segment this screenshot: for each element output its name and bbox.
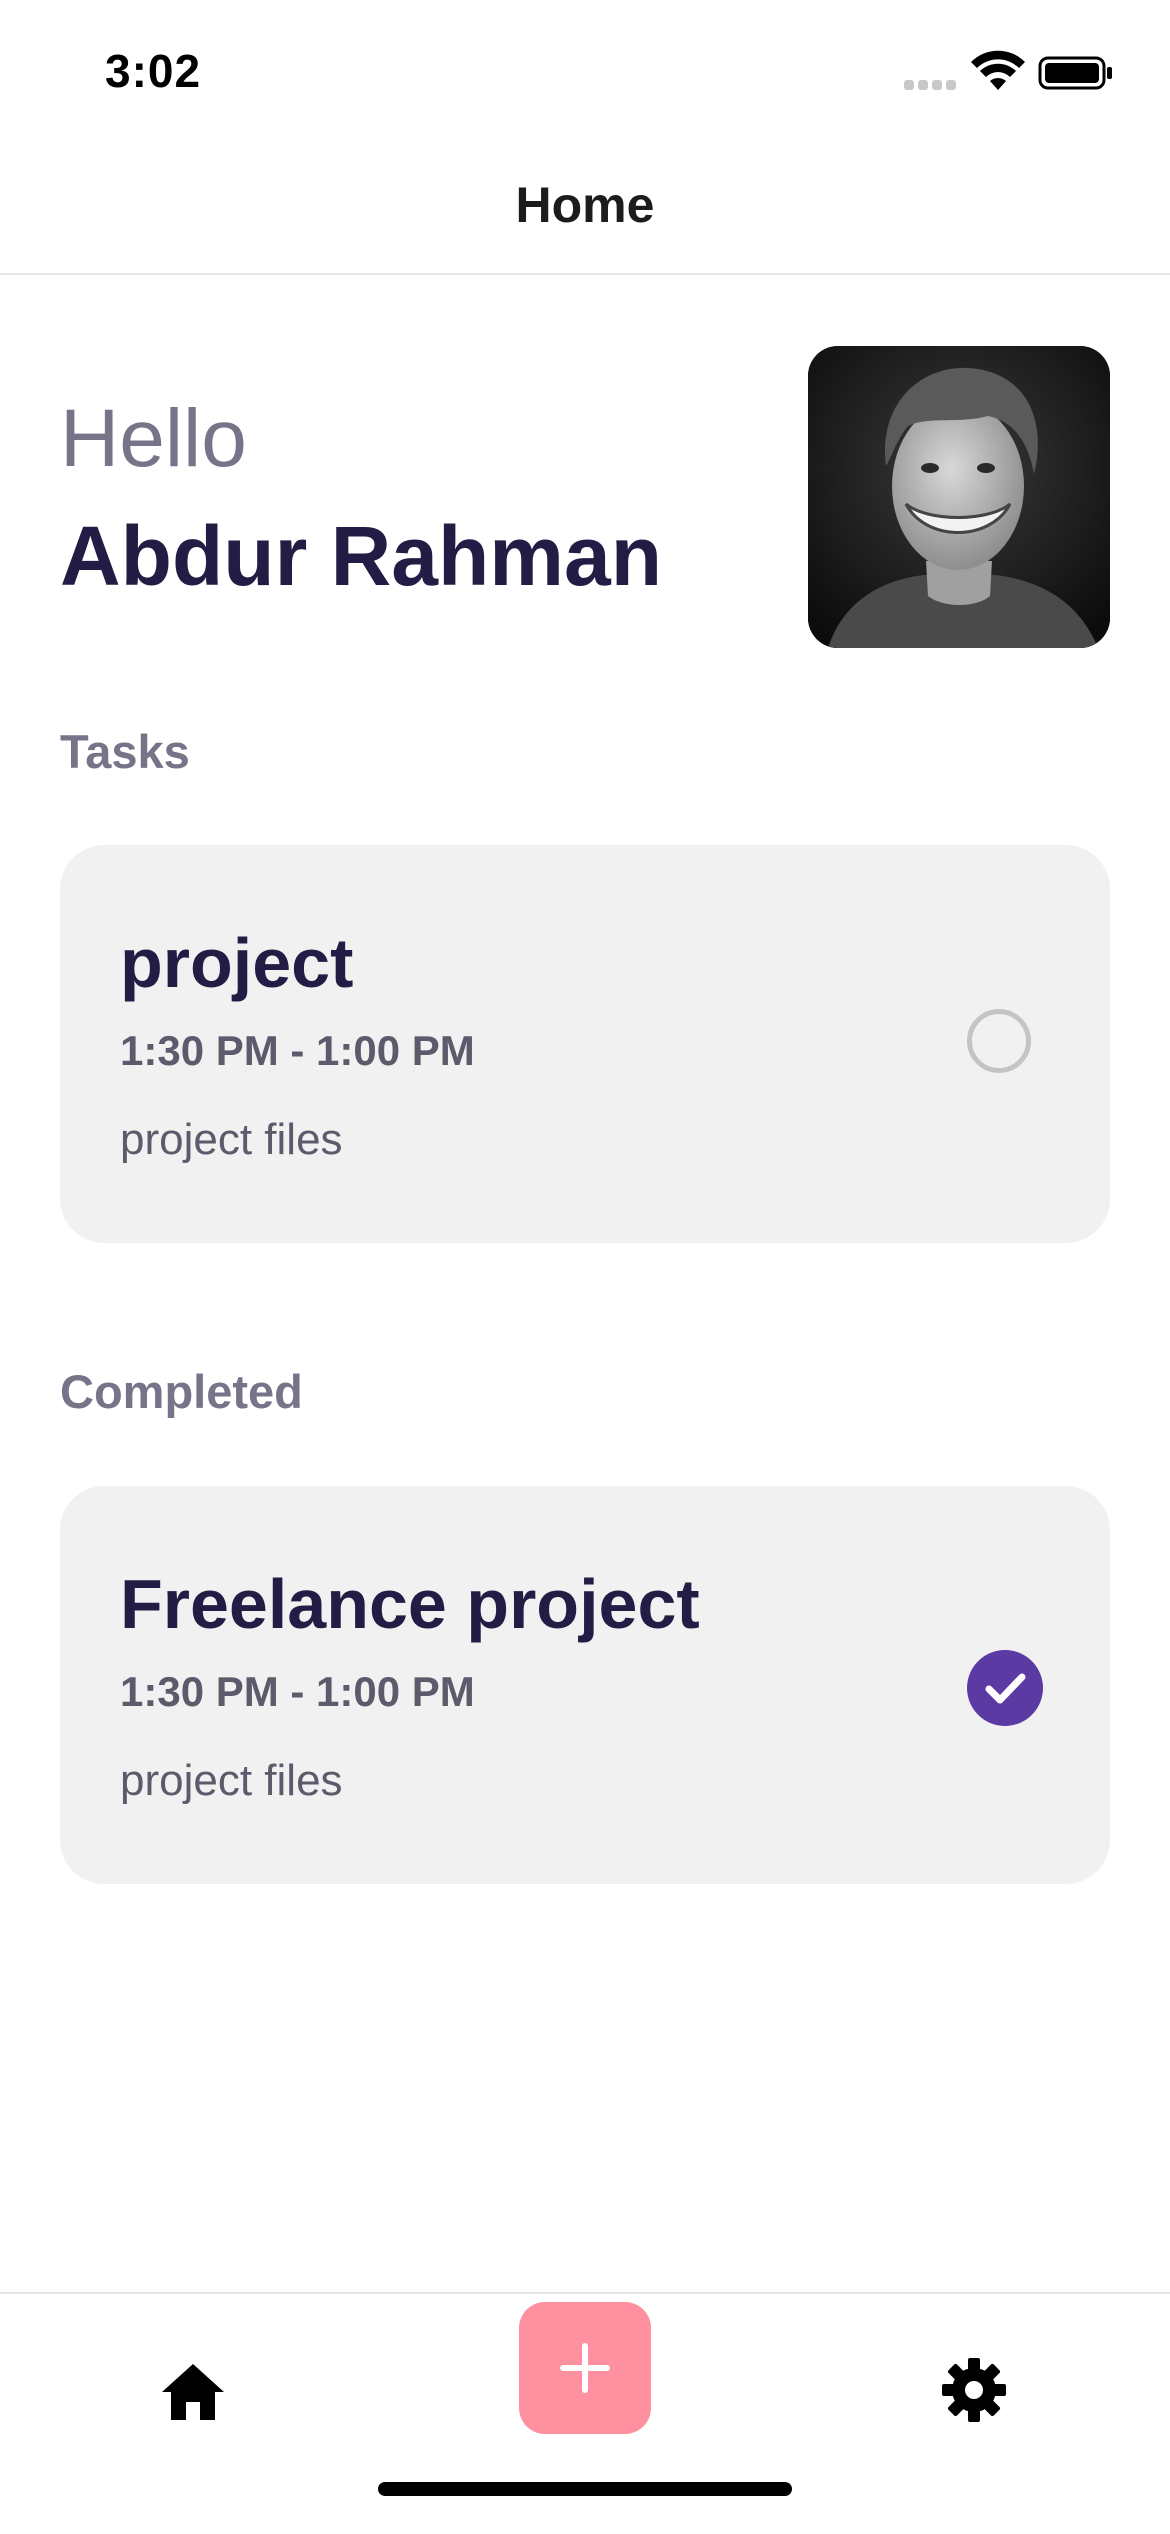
greeting-hello: Hello — [60, 393, 247, 484]
page-title: Home — [515, 177, 655, 233]
avatar-photo — [808, 346, 1110, 648]
task-description: project files — [120, 1756, 343, 1805]
tab-bar — [0, 2292, 1170, 2534]
task-description: project files — [120, 1115, 343, 1164]
home-indicator[interactable] — [378, 2482, 792, 2496]
completed-task-card[interactable]: Freelance project 1:30 PM - 1:00 PM proj… — [60, 1486, 1110, 1884]
task-title: project — [120, 924, 354, 1002]
task-title: Freelance project — [120, 1565, 700, 1643]
cellular-signal-icon — [904, 80, 958, 90]
user-name: Abdur Rahman — [60, 509, 663, 603]
section-label-completed: Completed — [60, 1365, 303, 1418]
battery-icon — [1038, 56, 1112, 90]
checkmark-icon — [985, 1673, 1026, 1704]
status-bar: 3:02 — [0, 0, 1170, 140]
task-checkbox-checked[interactable] — [967, 1650, 1043, 1726]
gear-icon[interactable] — [940, 2356, 1008, 2424]
add-task-button[interactable] — [519, 2302, 651, 2434]
home-icon[interactable] — [160, 2358, 226, 2424]
task-checkbox[interactable] — [967, 1009, 1031, 1073]
plus-icon — [560, 2343, 610, 2393]
nav-header: Home — [0, 140, 1170, 275]
task-time: 1:30 PM - 1:00 PM — [120, 1027, 475, 1074]
section-label-tasks: Tasks — [60, 725, 190, 778]
status-time: 3:02 — [105, 45, 202, 97]
avatar[interactable] — [808, 346, 1110, 648]
task-time: 1:30 PM - 1:00 PM — [120, 1668, 475, 1715]
task-card[interactable]: project 1:30 PM - 1:00 PM project files — [60, 845, 1110, 1243]
wifi-icon — [971, 50, 1025, 90]
